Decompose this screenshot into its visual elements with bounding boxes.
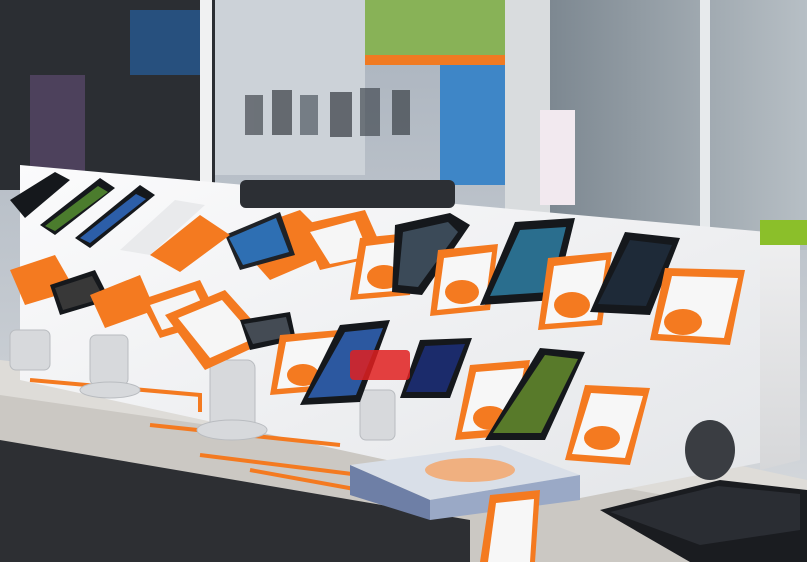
poster-blue	[440, 65, 505, 185]
shelf-product	[30, 75, 85, 175]
poster-small	[540, 110, 575, 205]
price-card	[650, 268, 745, 345]
glass-cabinet	[550, 0, 807, 250]
display-side	[760, 235, 800, 470]
red-tag	[350, 350, 410, 380]
glass-frame	[700, 0, 710, 240]
poster-orange-strip	[365, 55, 505, 65]
tv-screen	[130, 10, 210, 75]
poster-green	[365, 0, 505, 55]
back-wall	[215, 0, 365, 175]
display-rail	[240, 180, 455, 208]
phone-display-photo	[0, 0, 807, 562]
price-card	[430, 244, 498, 316]
store-photo	[0, 0, 807, 562]
